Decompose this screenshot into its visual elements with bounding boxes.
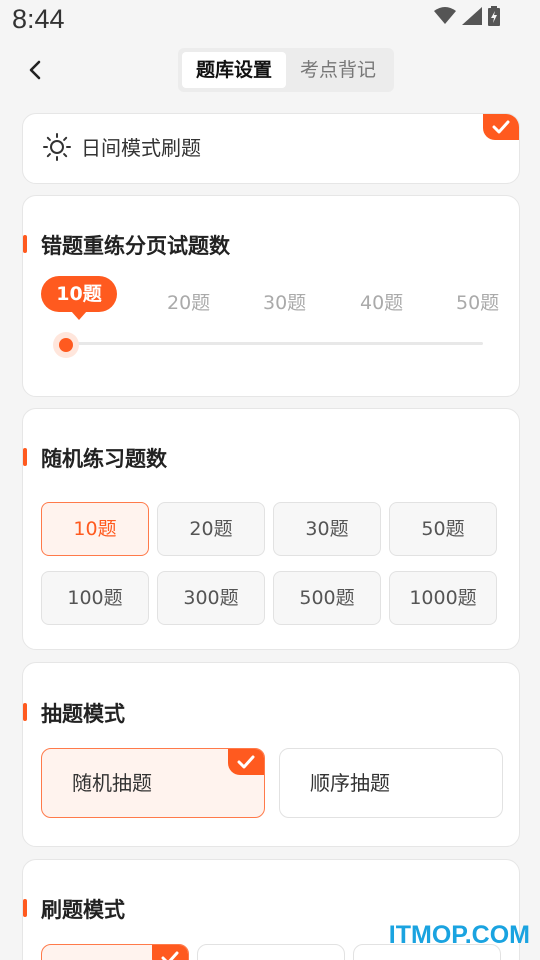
- option-300[interactable]: 300题: [157, 571, 265, 625]
- check-badge: [152, 945, 188, 960]
- status-bar: 8:44: [0, 0, 540, 36]
- practice-mode-option-1[interactable]: [41, 944, 189, 960]
- day-mode-label: 日间模式刷题: [81, 136, 201, 160]
- draw-mode-card: 抽题模式 随机抽题 顺序抽题: [22, 662, 520, 847]
- check-icon: [237, 755, 255, 769]
- draw-mode-random[interactable]: 随机抽题: [41, 748, 265, 818]
- draw-mode-sequential[interactable]: 顺序抽题: [279, 748, 503, 818]
- option-20[interactable]: 20题: [157, 502, 265, 556]
- slider-tick-30[interactable]: 30题: [263, 288, 306, 315]
- slider-knob[interactable]: [59, 338, 73, 352]
- slider-tick-50[interactable]: 50题: [456, 288, 499, 315]
- day-mode-row: 日间模式刷题: [43, 132, 201, 161]
- battery-icon: [488, 6, 500, 26]
- random-count-title: 随机练习题数: [23, 443, 167, 473]
- watermark: ITMOP.COM: [388, 921, 530, 949]
- check-icon: [492, 120, 510, 134]
- tab-question-settings[interactable]: 题库设置: [182, 52, 286, 88]
- draw-mode-title: 抽题模式: [23, 698, 125, 728]
- wifi-icon: [434, 7, 456, 24]
- draw-mode-sequential-label: 顺序抽题: [310, 771, 390, 795]
- status-icons: [434, 6, 500, 26]
- segmented-tabs: 题库设置 考点背记: [178, 48, 394, 92]
- check-icon: [161, 951, 179, 960]
- random-count-card: 随机练习题数 10题 20题 30题 50题 100题 300题 500题 10…: [22, 408, 520, 650]
- option-500[interactable]: 500题: [273, 571, 381, 625]
- option-30[interactable]: 30题: [273, 502, 381, 556]
- option-50[interactable]: 50题: [389, 502, 497, 556]
- draw-mode-random-label: 随机抽题: [72, 771, 152, 795]
- option-1000[interactable]: 1000题: [389, 571, 497, 625]
- day-mode-card[interactable]: 日间模式刷题: [22, 113, 520, 184]
- practice-mode-title: 刷题模式: [23, 894, 125, 924]
- nav-bar: 题库设置 考点背记: [0, 40, 540, 100]
- check-badge: [228, 749, 264, 775]
- signal-icon: [462, 7, 482, 25]
- status-time: 8:44: [12, 4, 65, 34]
- practice-mode-option-2[interactable]: [197, 944, 345, 960]
- option-10[interactable]: 10题: [41, 502, 149, 556]
- check-badge: [483, 114, 519, 140]
- sun-icon: [43, 132, 71, 161]
- wrong-page-card: 错题重练分页试题数 10题 20题 30题 40题 50题: [22, 195, 520, 397]
- wrong-page-title: 错题重练分页试题数: [23, 230, 230, 260]
- option-100[interactable]: 100题: [41, 571, 149, 625]
- slider-track[interactable]: [67, 342, 483, 345]
- slider-tick-40[interactable]: 40题: [360, 288, 403, 315]
- tab-key-points[interactable]: 考点背记: [286, 52, 390, 88]
- back-button[interactable]: [20, 54, 52, 86]
- slider-value-bubble: 10题: [41, 276, 117, 320]
- slider-tick-20[interactable]: 20题: [167, 288, 210, 315]
- chevron-left-icon: [29, 60, 41, 80]
